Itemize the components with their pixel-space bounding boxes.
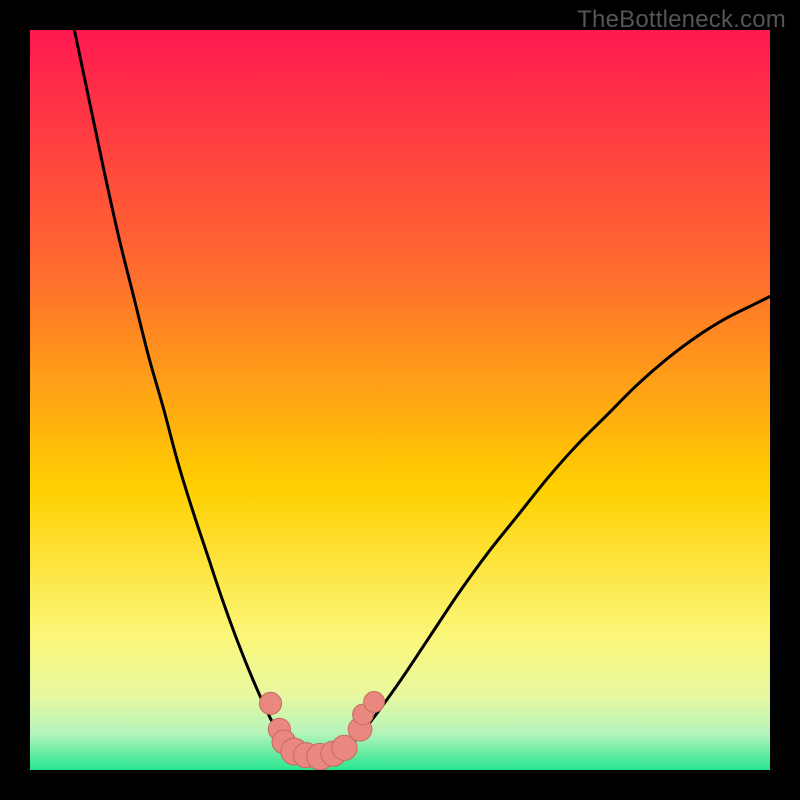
chart-svg	[30, 30, 770, 770]
outer-frame: TheBottleneck.com	[0, 0, 800, 800]
data-marker	[364, 692, 385, 713]
gradient-background	[30, 30, 770, 770]
plot-area	[30, 30, 770, 770]
data-marker	[259, 692, 281, 714]
